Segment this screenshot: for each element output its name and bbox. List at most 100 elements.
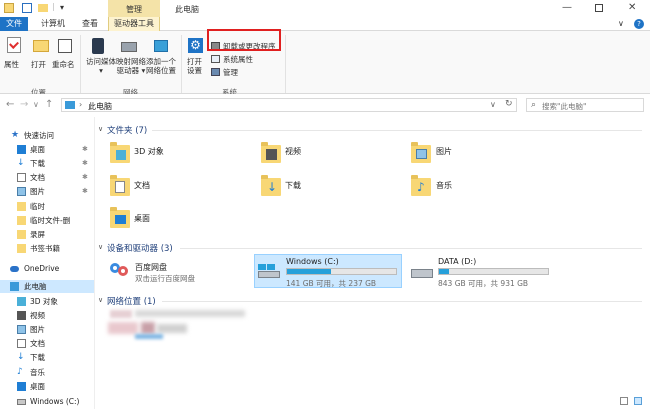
- folder-videos-icon[interactable]: [261, 142, 281, 163]
- sidebar-item-downloads-pc[interactable]: ↓ 下载: [0, 351, 94, 364]
- address-dropdown-icon[interactable]: ∨: [490, 100, 496, 109]
- ribbon-tabs: 文件 计算机 查看 驱动器工具 ∨ ?: [0, 17, 650, 31]
- sidebar-item-label: 文档: [30, 173, 45, 182]
- devices-expand-icon[interactable]: ∨: [98, 243, 103, 251]
- tab-computer[interactable]: 计算机: [32, 17, 74, 31]
- network-location-icon[interactable]: [154, 40, 168, 52]
- qat-checkbox-icon[interactable]: [22, 3, 32, 13]
- pane-divider[interactable]: [94, 117, 95, 409]
- sidebar-item-3d-objects[interactable]: 3D 对象: [0, 295, 94, 308]
- network-expand-icon[interactable]: ∨: [98, 296, 103, 304]
- document-icon: [17, 339, 26, 348]
- sidebar-item-temp-files[interactable]: 临时文件-删: [0, 214, 94, 227]
- details-view-icon[interactable]: [620, 397, 628, 405]
- section-folders-title[interactable]: 文件夹 (7): [107, 124, 147, 136]
- qat-dropdown-icon[interactable]: ▾: [60, 3, 64, 12]
- open-folder-icon[interactable]: [33, 40, 49, 52]
- minimize-icon[interactable]: —: [562, 2, 572, 13]
- folder-music-icon[interactable]: ♪: [411, 175, 431, 196]
- search-box[interactable]: ⌕ 搜索"此电脑": [526, 98, 644, 112]
- qat-folder-icon[interactable]: [38, 4, 48, 12]
- sidebar-item-bookmarks[interactable]: 书签书籍: [0, 242, 94, 255]
- folders-expand-icon[interactable]: ∨: [98, 125, 103, 133]
- tab-file[interactable]: 文件: [0, 17, 28, 31]
- pin-icon[interactable]: ✱: [82, 143, 88, 156]
- drive-d-name[interactable]: DATA (D:): [438, 257, 476, 266]
- access-media-button[interactable]: 访问媒体 ▾: [86, 57, 116, 75]
- help-icon[interactable]: ?: [634, 19, 644, 29]
- map-network-drive-button[interactable]: 映射网络 驱动器 ▾: [116, 57, 146, 75]
- refresh-icon[interactable]: ↻: [505, 99, 513, 109]
- folder-pictures-label[interactable]: 图片: [436, 146, 452, 157]
- breadcrumb-chevron-icon[interactable]: ›: [79, 100, 82, 109]
- sidebar-item-music[interactable]: ♪ 音乐: [0, 366, 94, 379]
- folder-downloads-label[interactable]: 下载: [285, 180, 301, 191]
- folder-music-label[interactable]: 音乐: [436, 180, 452, 191]
- section-network-title[interactable]: 网络位置 (1): [107, 295, 156, 307]
- folder-pictures-icon[interactable]: [411, 142, 431, 163]
- baidu-netdisk-name[interactable]: 百度网盘: [135, 262, 167, 273]
- media-icon[interactable]: [92, 38, 104, 54]
- breadcrumb[interactable]: 此电脑: [88, 101, 112, 112]
- collapse-ribbon-icon[interactable]: ∨: [618, 19, 624, 28]
- settings-gear-icon[interactable]: ⚙: [188, 38, 203, 53]
- maximize-icon[interactable]: [595, 4, 603, 12]
- forward-icon[interactable]: →: [20, 99, 28, 110]
- open-button[interactable]: 打开: [31, 59, 46, 70]
- properties-icon[interactable]: [7, 37, 21, 53]
- back-icon[interactable]: ←: [6, 99, 14, 110]
- tab-view[interactable]: 查看: [76, 17, 104, 31]
- open-settings-button[interactable]: 打开 设置: [187, 57, 202, 75]
- close-icon[interactable]: ✕: [628, 2, 636, 13]
- sidebar-item-pictures-pc[interactable]: 图片: [0, 323, 94, 336]
- sidebar-item-quick-access[interactable]: ★ 快速访问: [0, 129, 94, 142]
- folder-downloads-icon[interactable]: ↓: [261, 175, 281, 196]
- pin-icon[interactable]: ✱: [82, 185, 88, 198]
- folder-3d-objects-icon[interactable]: [110, 142, 130, 163]
- sidebar-item-pictures[interactable]: 图片 ✱: [0, 185, 94, 198]
- sidebar-item-windows-c[interactable]: Windows (C:): [0, 395, 94, 408]
- sidebar-item-documents[interactable]: 文档 ✱: [0, 171, 94, 184]
- add-network-location-button[interactable]: 添加一个 网络位置: [146, 57, 176, 75]
- folder-3d-objects-label[interactable]: 3D 对象: [134, 146, 164, 157]
- rename-icon[interactable]: [58, 39, 72, 53]
- sidebar-item-label: 录屏: [30, 230, 45, 239]
- pin-icon[interactable]: ✱: [82, 171, 88, 184]
- map-drive-icon[interactable]: [121, 42, 137, 52]
- up-icon[interactable]: ↑: [45, 99, 53, 110]
- sidebar-item-downloads[interactable]: ↓ 下载 ✱: [0, 157, 94, 170]
- manage-button[interactable]: 管理: [223, 67, 238, 78]
- large-icons-view-icon[interactable]: [634, 397, 642, 405]
- sidebar-item-recordings[interactable]: 录屏: [0, 228, 94, 241]
- folder-desktop-label[interactable]: 桌面: [134, 213, 150, 224]
- folder-desktop-icon[interactable]: [110, 207, 130, 228]
- network-location-blurred[interactable]: [105, 308, 255, 339]
- highlight-box: [207, 29, 281, 51]
- system-properties-button[interactable]: 系统属性: [223, 54, 253, 65]
- data-drive-icon[interactable]: [411, 269, 433, 278]
- sidebar-item-temp[interactable]: 临时: [0, 200, 94, 213]
- sidebar-item-videos[interactable]: 视频: [0, 309, 94, 322]
- sidebar-item-this-pc[interactable]: 此电脑: [0, 280, 94, 293]
- sidebar-item-label: 图片: [30, 325, 45, 334]
- add-location-line1: 添加一个: [146, 57, 176, 66]
- folder-videos-label[interactable]: 视频: [285, 146, 301, 157]
- sidebar-item-onedrive[interactable]: OneDrive: [0, 262, 94, 275]
- folder-documents-label[interactable]: 文档: [134, 180, 150, 191]
- sidebar-item-desktop[interactable]: 桌面 ✱: [0, 143, 94, 156]
- folder-documents-icon[interactable]: [110, 175, 130, 196]
- rename-button[interactable]: 重命名: [52, 59, 75, 70]
- pin-icon[interactable]: ✱: [82, 157, 88, 170]
- tab-drive-tools[interactable]: 驱动器工具: [108, 17, 160, 31]
- address-bar[interactable]: › 此电脑 ∨ ↻: [61, 98, 517, 112]
- recent-dropdown-icon[interactable]: ∨: [33, 100, 39, 109]
- baidu-netdisk-icon[interactable]: [110, 260, 130, 278]
- search-input[interactable]: 搜索"此电脑": [542, 101, 586, 112]
- properties-button[interactable]: 属性: [4, 59, 19, 70]
- explorer-app-icon[interactable]: [4, 3, 14, 13]
- section-devices-title[interactable]: 设备和驱动器 (3): [107, 242, 173, 254]
- pc-icon: [10, 282, 19, 291]
- sidebar-item-desktop-pc[interactable]: 桌面: [0, 380, 94, 393]
- sidebar-item-documents-pc[interactable]: 文档: [0, 337, 94, 350]
- open-settings-line1: 打开: [187, 57, 202, 66]
